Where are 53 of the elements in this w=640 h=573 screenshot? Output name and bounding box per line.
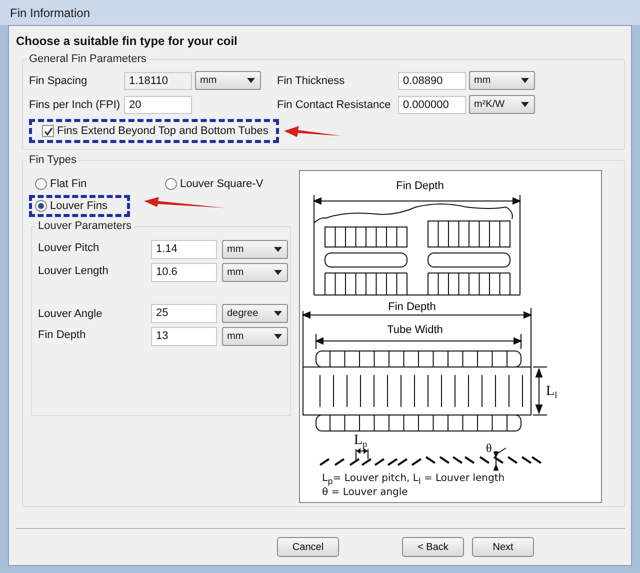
field-label: Fins per Inch (FPI) bbox=[29, 98, 121, 110]
dimension-label: Fin Depth bbox=[388, 301, 436, 313]
caret-icon bbox=[274, 311, 282, 316]
field-label: Louver Pitch bbox=[38, 242, 100, 254]
radio-button[interactable] bbox=[35, 200, 47, 212]
window-title: Fin Information bbox=[0, 0, 640, 25]
group-title: Louver Parameters bbox=[36, 220, 134, 232]
value-field[interactable]: 10.6 bbox=[151, 263, 217, 282]
unit-dropdown[interactable]: mm bbox=[469, 71, 535, 90]
value-field[interactable]: 1.14 bbox=[151, 240, 217, 259]
group-title: General Fin Parameters bbox=[27, 53, 148, 65]
field-label: Fin Depth bbox=[38, 328, 87, 340]
field-label: Fin Contact Resistance bbox=[277, 98, 392, 110]
radio-label: Louver Fins bbox=[50, 200, 108, 212]
caret-icon bbox=[521, 78, 529, 83]
value-field[interactable]: 20 bbox=[124, 96, 192, 114]
caret-icon bbox=[274, 247, 282, 252]
angle-symbol: θ bbox=[486, 441, 492, 455]
unit-dropdown[interactable]: mm bbox=[222, 263, 288, 282]
symbol-label: L$_{l}$ bbox=[546, 384, 558, 400]
page-heading: Choose a suitable fin type for your coil bbox=[16, 34, 238, 48]
value-field[interactable]: 25 bbox=[151, 304, 217, 323]
dialog-button[interactable]: < Back bbox=[402, 537, 464, 557]
value-field[interactable]: 0.08890 bbox=[398, 72, 466, 90]
field-label: Louver Angle bbox=[38, 308, 104, 320]
unit-dropdown[interactable]: degree bbox=[222, 304, 288, 323]
dialog-button[interactable]: Cancel bbox=[277, 537, 339, 557]
diagram-caption: L$_{p}$= Louver pitch, L$_{l}$ = Louver length bbox=[321, 473, 506, 487]
field-label: Fin Spacing bbox=[29, 74, 88, 86]
radio-button[interactable] bbox=[35, 178, 47, 190]
check-icon bbox=[44, 126, 52, 136]
caret-icon bbox=[247, 78, 255, 83]
symbol-label: L$_{p}$ bbox=[354, 433, 368, 449]
diagram-caption: θ = Louver angle bbox=[321, 487, 409, 498]
radio-button[interactable] bbox=[165, 178, 177, 190]
caret-icon bbox=[274, 334, 282, 339]
value-field[interactable]: 13 bbox=[151, 327, 217, 346]
dialog-button[interactable]: Next bbox=[472, 537, 534, 557]
unit-dropdown[interactable]: mm bbox=[222, 327, 288, 346]
field-label: Fin Thickness bbox=[277, 74, 346, 86]
caret-icon bbox=[521, 102, 529, 107]
checkbox-label: Fins Extend Beyond Top and Bottom Tubes bbox=[57, 125, 268, 137]
group-title: Fin Types bbox=[27, 154, 78, 166]
radio-label: Louver Square-V bbox=[180, 178, 264, 190]
caret-icon bbox=[274, 270, 282, 275]
unit-dropdown[interactable]: m²K/W bbox=[469, 95, 535, 114]
dimension-label: Fin Depth bbox=[396, 180, 444, 192]
field-label: Louver Length bbox=[38, 264, 110, 276]
checkbox[interactable] bbox=[42, 125, 54, 137]
value-field[interactable]: 0.000000 bbox=[398, 96, 466, 114]
radio-label: Flat Fin bbox=[50, 178, 87, 190]
dimension-label: Tube Width bbox=[387, 324, 443, 336]
unit-dropdown[interactable]: mm bbox=[222, 240, 288, 259]
